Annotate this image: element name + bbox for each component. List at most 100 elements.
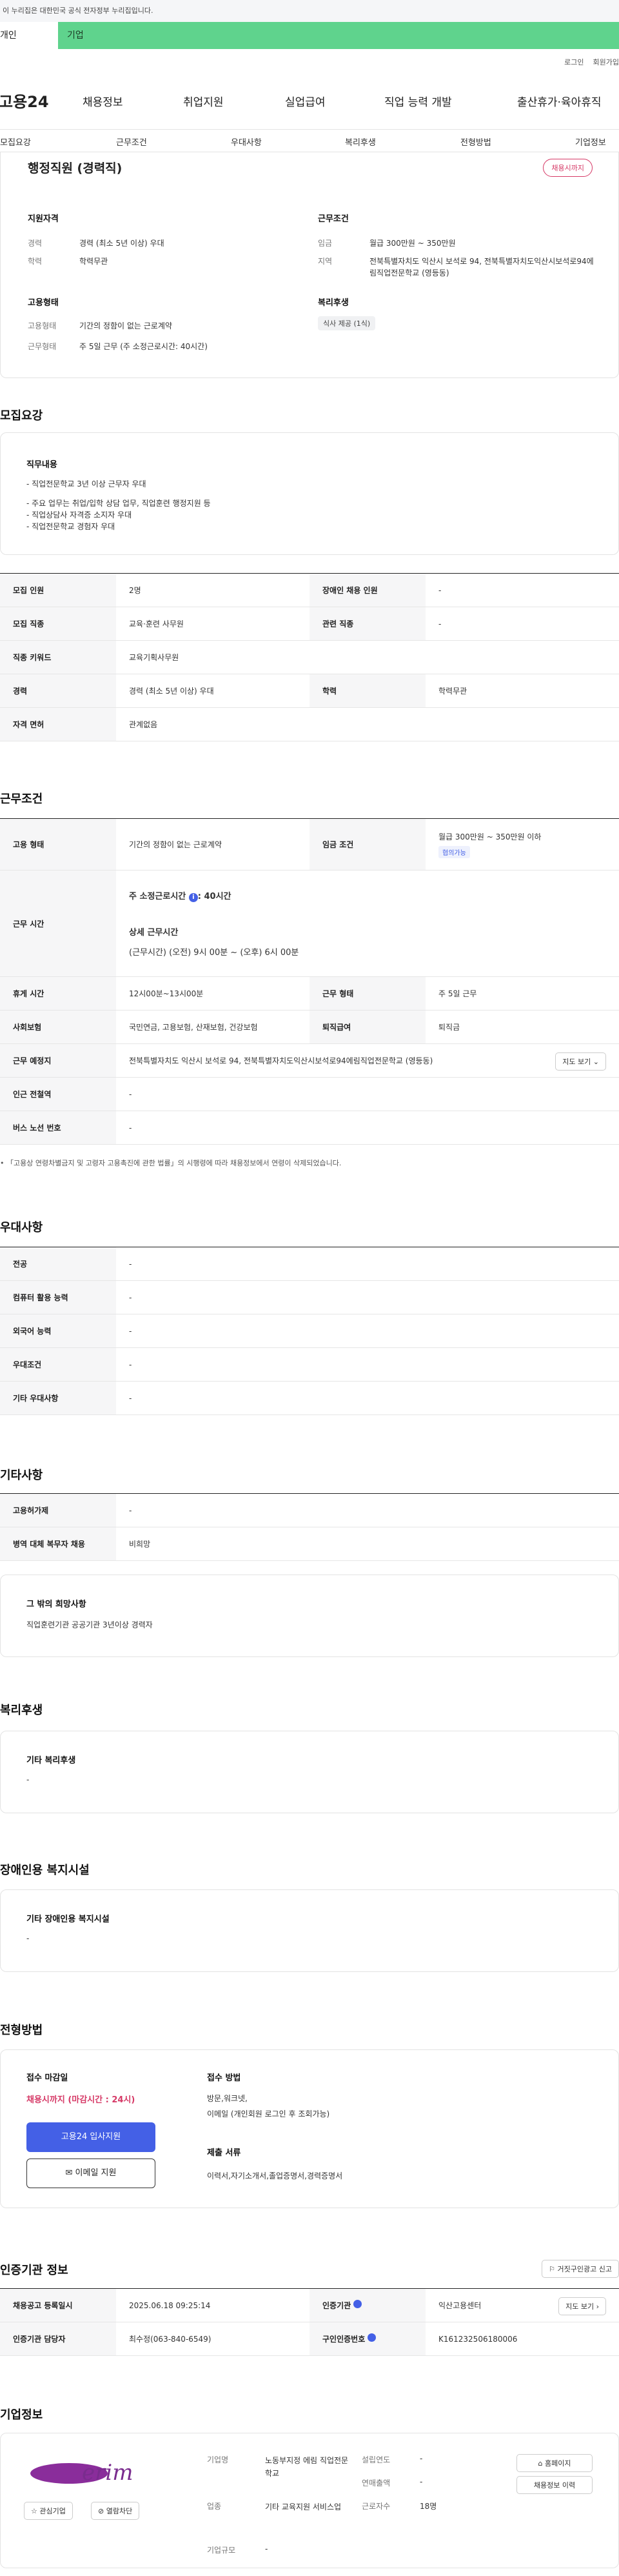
tab-corp[interactable]: 기업 bbox=[58, 22, 619, 49]
subnav-prefer[interactable]: 우대사항 bbox=[231, 136, 262, 148]
job-history-button[interactable]: 채용정보 이력 bbox=[516, 2476, 593, 2494]
cell-value: 12시00분~13시00분 bbox=[116, 976, 310, 1011]
wage-chip: 협의가능 bbox=[438, 845, 470, 858]
bullet-icon: • bbox=[0, 1159, 6, 1167]
company-key: 업종 bbox=[207, 2502, 222, 2511]
login-link[interactable]: 로그인 bbox=[564, 57, 584, 67]
welfare-heading: 복리후생 bbox=[318, 298, 349, 308]
etc-title: 기타사항 bbox=[0, 1469, 43, 1482]
prefer-table: 전공 - 컴퓨터 활용 능력 - 외국어 능력 - 우대조건 - 기타 우대사항 - bbox=[0, 1247, 619, 1415]
email-apply-button[interactable]: ✉ 이메일 지원 bbox=[26, 2158, 155, 2188]
work-heading: 근무조건 bbox=[318, 214, 349, 224]
cell-key: 외국어 능력 bbox=[0, 1314, 116, 1348]
subnav-welfare[interactable]: 복리후생 bbox=[345, 136, 376, 148]
table-row: 컴퓨터 활용 능력 - bbox=[0, 1280, 619, 1314]
agency-map-button[interactable]: 지도 보기 › bbox=[558, 2297, 606, 2315]
cell-key: 휴게 시간 bbox=[0, 976, 116, 1011]
join-link[interactable]: 회원가입 bbox=[593, 57, 619, 67]
time-cell: 주 소정근로시간 i: 40시간 상세 근무시간 (근무시간) (오전) 9시 … bbox=[116, 870, 619, 977]
welfare-box-heading: 기타 복리후생 bbox=[26, 1756, 76, 1766]
report-button[interactable]: ⚐ 거짓구인광고 신고 bbox=[542, 2260, 619, 2278]
map-label: 지도 보기 bbox=[562, 1058, 591, 1066]
age-notice-text: 「고용상 연령차별금지 및 고령자 고용촉진에 관한 법률」의 시행령에 따라 … bbox=[6, 1159, 342, 1167]
favorite-company-button[interactable]: ☆ 관심기업 bbox=[24, 2502, 73, 2520]
cell-key: 기타 우대사항 bbox=[0, 1381, 116, 1415]
site-logo[interactable]: 고용24 bbox=[0, 89, 49, 112]
cell-key: 퇴직급여 bbox=[310, 1010, 426, 1044]
gnb-item-jobs[interactable]: 채용정보 bbox=[83, 93, 123, 109]
info-icon[interactable] bbox=[353, 2300, 362, 2308]
method-value-2: 이메일 (개인회원 로그인 후 조회가능) bbox=[207, 2109, 330, 2118]
audience-tabs: 개인 기업 bbox=[0, 22, 619, 49]
chevron-right-icon: › bbox=[596, 2302, 599, 2311]
agency-cell: 익산고용센터 지도 보기 › bbox=[426, 2288, 619, 2322]
map-button[interactable]: 지도 보기 ⌄ bbox=[555, 1052, 606, 1071]
cell-value: 2명 bbox=[116, 573, 310, 607]
etc-box-value: 직업훈련기관 공공기관 3년이상 경력자 bbox=[26, 1620, 153, 1629]
cell-key: 버스 노선 번호 bbox=[0, 1111, 116, 1145]
cell-key: 관련 직종 bbox=[310, 607, 426, 641]
company-value: - bbox=[420, 2477, 423, 2486]
subnav-company[interactable]: 기업정보 bbox=[575, 136, 606, 148]
company-key: 연매출액 bbox=[362, 2479, 391, 2488]
info-icon[interactable]: i bbox=[188, 893, 198, 902]
gnb-item-unemployment[interactable]: 실업급여 bbox=[285, 93, 326, 109]
agency-map-label: 지도 보기 bbox=[565, 2302, 594, 2311]
table-row: 채용공고 등록일시 2025.06.18 09:25:14 인증기관 익산고용센터 지… bbox=[0, 2288, 619, 2322]
gov-banner: 이 누리집은 대한민국 공식 전자정부 누리집입니다. bbox=[0, 0, 619, 22]
cell-value: - bbox=[116, 1077, 619, 1111]
time-detail: (근무시간) (오전) 9시 00분 ~ (오후) 6시 00분 bbox=[129, 948, 299, 958]
cell-value: 교육·훈련 사무원 bbox=[116, 607, 310, 641]
table-row: 고용 형태 기간의 정함이 없는 근로계약 임금 조건 월급 300만원 ~ 350만… bbox=[0, 818, 619, 870]
etc-box-heading: 그 밖의 희망사항 bbox=[26, 1600, 86, 1609]
block-label: 열람차단 bbox=[106, 2507, 133, 2515]
disab-box: 기타 장애인용 복지시설 - bbox=[0, 1889, 619, 1972]
cell-key: 모집 직종 bbox=[0, 607, 116, 641]
table-row: 병역 대체 복무자 채용 비희망 bbox=[0, 1527, 619, 1561]
docs-value: 이력서,자기소개서,졸업증명서,경력증명서 bbox=[207, 2171, 343, 2180]
table-row: 고용허가제 - bbox=[0, 1493, 619, 1527]
disab-title: 장애인용 복지시설 bbox=[0, 1864, 90, 1877]
global-nav: 고용24 채용정보 취업지원 실업급여 직업 능력 개발 출산휴가·육아휴직 bbox=[0, 89, 619, 112]
cell-key: 학력 bbox=[310, 674, 426, 708]
block-view-button[interactable]: ⊘ 열람차단 bbox=[91, 2502, 140, 2520]
apply-button[interactable]: 고용24 입사지원 bbox=[26, 2122, 155, 2152]
loc-cell: 전북특별자치도 익산시 보석로 94, 전북특별자치도익산시보석로94에림직업전… bbox=[116, 1043, 619, 1078]
cell-key: 고용 형태 bbox=[0, 818, 116, 870]
deadline-value: 채용시까지 (마감시간 : 24시) bbox=[26, 2095, 135, 2105]
recruit-table: 모집 인원 2명 장애인 채용 인원 - 모집 직종 교육·훈련 사무원 관련 직종 - 직… bbox=[0, 573, 619, 741]
favorite-label: 관심기업 bbox=[39, 2507, 66, 2515]
company-value: 기타 교육지원 서비스업 bbox=[265, 2502, 342, 2511]
tab-person[interactable]: 개인 bbox=[0, 22, 58, 49]
info-icon[interactable] bbox=[368, 2333, 377, 2342]
subnav-process[interactable]: 전형방법 bbox=[460, 136, 491, 148]
cell-value: - bbox=[116, 1314, 619, 1348]
emp-label: 근무형태 bbox=[28, 342, 57, 351]
table-row: 전공 - bbox=[0, 1247, 619, 1281]
cell-value: 기간의 정함이 없는 근로계약 bbox=[116, 818, 310, 870]
cell-value: 주 5일 근무 bbox=[426, 976, 619, 1011]
subnav-work[interactable]: 근무조건 bbox=[116, 136, 147, 148]
cell-key: 근무 시간 bbox=[0, 870, 116, 977]
cell-key: 장애인 채용 인원 bbox=[310, 573, 426, 607]
section-nav: 모집요강 근무조건 우대사항 복리후생 전형방법 기업정보 bbox=[0, 129, 619, 152]
gnb-item-training[interactable]: 직업 능력 개발 bbox=[384, 93, 452, 109]
gnb-item-employment-support[interactable]: 취업지원 bbox=[183, 93, 224, 109]
subnav-recruit[interactable]: 모집요강 bbox=[0, 136, 31, 148]
etc-table: 고용허가제 - 병역 대체 복무자 채용 비희망 bbox=[0, 1493, 619, 1561]
cell-key: 근무 형태 bbox=[310, 976, 426, 1011]
gnb-item-parental-leave[interactable]: 출산휴가·육아휴직 bbox=[517, 93, 602, 109]
cell-value: 경력 (최소 5년 이상) 우대 bbox=[116, 674, 310, 708]
cert-table: 채용공고 등록일시 2025.06.18 09:25:14 인증기관 익산고용센터 지… bbox=[0, 2288, 619, 2356]
homepage-button[interactable]: ⌂ 홈페이지 bbox=[516, 2454, 593, 2472]
homepage-label: 홈페이지 bbox=[545, 2459, 571, 2468]
company-logo: erim bbox=[24, 2454, 153, 2493]
docs-heading: 제출 서류 bbox=[207, 2148, 241, 2158]
cert-agency-key: 인증기관 bbox=[310, 2288, 426, 2322]
cell-value: - bbox=[426, 573, 619, 607]
cell-key: 직종 키워드 bbox=[0, 640, 116, 674]
chevron-down-icon: ⌄ bbox=[593, 1058, 599, 1066]
disab-box-heading: 기타 장애인용 복지시설 bbox=[26, 1915, 110, 1924]
work-label: 지역 bbox=[318, 257, 333, 266]
cell-key: 사회보험 bbox=[0, 1010, 116, 1044]
